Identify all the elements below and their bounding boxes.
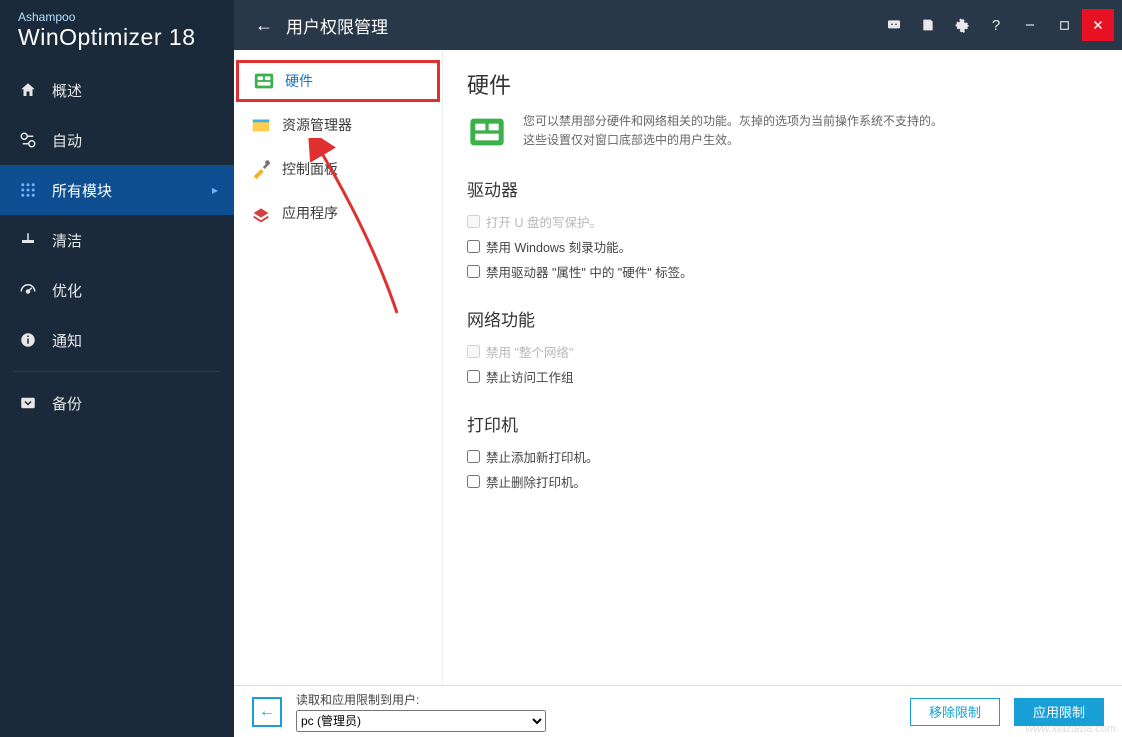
group-heading: 驱动器 [467, 176, 1098, 201]
category-control-panel[interactable]: 控制面板 [236, 148, 440, 190]
option-row: 打开 U 盘的写保护。 [467, 209, 1098, 234]
category-list: 硬件 资源管理器 控制面板 [234, 50, 442, 685]
footer-bar: ← 读取和应用限制到用户: pc (管理员) 移除限制 应用限制 [234, 685, 1122, 737]
auto-icon [18, 130, 38, 150]
group-heading: 网络功能 [467, 306, 1098, 331]
nav-item-all-modules[interactable]: 所有模块 [0, 165, 234, 215]
brand-block: Ashampoo WinOptimizer 18 [0, 0, 234, 65]
option-label: 禁用驱动器 "属性" 中的 "硬件" 标签。 [486, 262, 693, 281]
detail-panel: 硬件 您可以禁用部分硬件和网络相关的功能。灰掉的选项为当前操作系统不支持的。 这… [442, 50, 1122, 685]
nav-label: 清洁 [52, 230, 82, 251]
nav-label: 概述 [52, 80, 82, 101]
option-group: 打印机禁止添加新打印机。禁止删除打印机。 [467, 411, 1098, 494]
hardware-icon [253, 70, 275, 92]
option-checkbox[interactable] [467, 450, 480, 463]
apply-restrictions-button[interactable]: 应用限制 [1014, 698, 1104, 726]
option-row[interactable]: 禁止删除打印机。 [467, 469, 1098, 494]
option-label: 禁止访问工作组 [486, 367, 574, 386]
apps-icon [250, 202, 272, 224]
maximize-button[interactable] [1048, 9, 1080, 41]
nav-item-notify[interactable]: 通知 [0, 315, 234, 365]
window-controls: ? [878, 9, 1114, 41]
clean-icon [18, 230, 38, 250]
page-title: 用户权限管理 [286, 13, 388, 38]
option-label: 禁用 "整个网络" [486, 342, 573, 361]
detail-title: 硬件 [467, 68, 1098, 100]
nav-item-overview[interactable]: 概述 [0, 65, 234, 115]
option-row[interactable]: 禁用 Windows 刻录功能。 [467, 234, 1098, 259]
back-button[interactable]: ← [252, 15, 276, 36]
user-select[interactable]: pc (管理员) [296, 710, 546, 732]
nav-item-clean[interactable]: 清洁 [0, 215, 234, 265]
category-label: 硬件 [285, 71, 313, 91]
option-checkbox[interactable] [467, 240, 480, 253]
category-applications[interactable]: 应用程序 [236, 192, 440, 234]
option-label: 禁用 Windows 刻录功能。 [486, 237, 631, 256]
tools-icon [250, 158, 272, 180]
option-group: 驱动器打开 U 盘的写保护。禁用 Windows 刻录功能。禁用驱动器 "属性"… [467, 176, 1098, 284]
option-label: 禁止添加新打印机。 [486, 447, 599, 466]
home-icon [18, 80, 38, 100]
info-icon [18, 330, 38, 350]
brand-product: WinOptimizer 18 [18, 24, 216, 51]
brand-company: Ashampoo [18, 10, 216, 24]
help-icon[interactable]: ? [980, 9, 1012, 41]
notes-icon[interactable] [912, 9, 944, 41]
minimize-button[interactable] [1014, 9, 1046, 41]
detail-description: 您可以禁用部分硬件和网络相关的功能。灰掉的选项为当前操作系统不支持的。 这些设置… [523, 112, 943, 150]
app-sidebar: Ashampoo WinOptimizer 18 概述 自动 [0, 0, 234, 737]
group-heading: 打印机 [467, 411, 1098, 436]
nav-list: 概述 自动 所有模块 清洁 [0, 65, 234, 428]
nav-label: 备份 [52, 393, 82, 414]
nav-item-optimize[interactable]: 优化 [0, 265, 234, 315]
option-row[interactable]: 禁止访问工作组 [467, 364, 1098, 389]
option-checkbox [467, 215, 480, 228]
settings-icon[interactable] [946, 9, 978, 41]
folder-icon [250, 114, 272, 136]
backup-icon [18, 393, 38, 413]
user-select-block: 读取和应用限制到用户: pc (管理员) [296, 691, 546, 732]
category-label: 资源管理器 [282, 115, 352, 135]
hardware-large-icon [467, 112, 507, 152]
close-button[interactable] [1082, 9, 1114, 41]
option-checkbox[interactable] [467, 475, 480, 488]
modules-icon [18, 180, 38, 200]
category-label: 控制面板 [282, 159, 338, 179]
nav-label: 通知 [52, 330, 82, 351]
nav-label: 优化 [52, 280, 82, 301]
watermark: www.xiazaiba.com [1026, 723, 1116, 735]
nav-separator [14, 371, 220, 372]
option-label: 禁止删除打印机。 [486, 472, 586, 491]
remove-restrictions-button[interactable]: 移除限制 [910, 698, 1000, 726]
user-select-label: 读取和应用限制到用户: [296, 691, 546, 708]
titlebar: ← 用户权限管理 ? [234, 0, 1122, 50]
option-group: 网络功能禁用 "整个网络" 禁止访问工作组 [467, 306, 1098, 389]
category-explorer[interactable]: 资源管理器 [236, 104, 440, 146]
option-row: 禁用 "整个网络" [467, 339, 1098, 364]
nav-item-backup[interactable]: 备份 [0, 378, 234, 428]
footer-back-button[interactable]: ← [252, 697, 282, 727]
option-row[interactable]: 禁止添加新打印机。 [467, 444, 1098, 469]
category-label: 应用程序 [282, 203, 338, 223]
feedback-icon[interactable] [878, 9, 910, 41]
option-checkbox[interactable] [467, 370, 480, 383]
option-row[interactable]: 禁用驱动器 "属性" 中的 "硬件" 标签。 [467, 259, 1098, 284]
nav-item-auto[interactable]: 自动 [0, 115, 234, 165]
category-hardware[interactable]: 硬件 [236, 60, 440, 102]
option-checkbox [467, 345, 480, 358]
option-label: 打开 U 盘的写保护。 [486, 212, 602, 231]
nav-label: 自动 [52, 130, 82, 151]
optimize-icon [18, 280, 38, 300]
nav-label: 所有模块 [52, 180, 112, 201]
option-checkbox[interactable] [467, 265, 480, 278]
